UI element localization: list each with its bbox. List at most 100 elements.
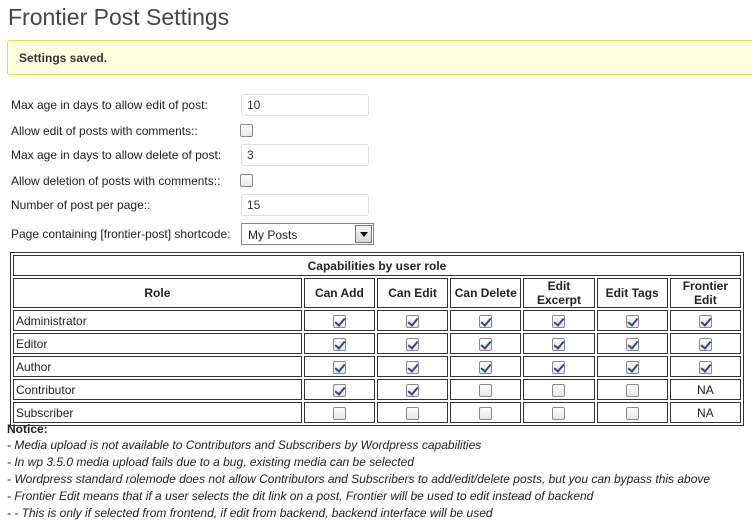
allow-delete-comments-checkbox[interactable]	[240, 174, 253, 187]
capabilities-header-row: Role Can Add Can Edit Can Delete Edit Ex…	[13, 278, 741, 308]
allow-edit-comments-label: Allow edit of posts with comments::	[11, 124, 198, 138]
cell-frontier-edit: NA	[669, 402, 741, 423]
cell-can-delete	[450, 310, 522, 331]
role-name: Editor	[13, 333, 302, 354]
max-age-delete-input[interactable]	[241, 144, 369, 166]
table-row: Author	[13, 356, 741, 377]
shortcode-page-selected: My Posts	[248, 228, 298, 242]
edit-excerpt-checkbox[interactable]	[552, 337, 566, 351]
cell-can-add	[303, 310, 375, 331]
cell-edit-excerpt	[523, 356, 595, 377]
max-age-delete-label: Max age in days to allow delete of post:	[11, 148, 222, 162]
cell-edit-tags	[596, 310, 668, 331]
can-delete-checkbox[interactable]	[479, 383, 493, 397]
can-add-checkbox[interactable]	[332, 383, 346, 397]
can-edit-checkbox[interactable]	[406, 337, 420, 351]
edit-excerpt-checkbox[interactable]	[552, 383, 566, 397]
can-delete-checkbox[interactable]	[479, 337, 493, 351]
cell-can-edit	[376, 310, 449, 331]
cell-edit-tags	[596, 356, 668, 377]
edit-tags-checkbox[interactable]	[625, 406, 639, 420]
cell-frontier-edit	[669, 333, 741, 354]
can-delete-checkbox[interactable]	[479, 314, 493, 328]
notice-line: - Frontier Edit means that if a user sel…	[7, 489, 594, 503]
cell-can-edit	[376, 379, 449, 400]
page-title: Frontier Post Settings	[8, 4, 230, 30]
cell-edit-excerpt	[523, 310, 595, 331]
can-add-checkbox[interactable]	[332, 360, 346, 374]
allow-edit-comments-row: Allow edit of posts with comments::	[11, 120, 391, 142]
column-header-edit-tags: Edit Tags	[596, 278, 668, 308]
column-header-can-delete: Can Delete	[450, 278, 522, 308]
shortcode-page-row: Page containing [frontier-post] shortcod…	[11, 223, 391, 245]
column-header-can-edit: Can Edit	[376, 278, 449, 308]
can-edit-checkbox[interactable]	[406, 406, 420, 420]
edit-tags-checkbox[interactable]	[625, 360, 639, 374]
posts-per-page-label: Number of post per page::	[11, 198, 151, 212]
cell-can-delete	[450, 333, 522, 354]
cell-can-edit	[376, 356, 449, 377]
cell-can-add	[303, 379, 375, 400]
column-header-can-add: Can Add	[303, 278, 375, 308]
frontier-edit-checkbox[interactable]	[698, 337, 712, 351]
notice-message: Settings saved.	[19, 51, 108, 65]
role-name: Contributor	[13, 379, 302, 400]
cell-can-edit	[376, 333, 449, 354]
table-row: Administrator	[13, 310, 741, 331]
notice-line: - In wp 3.5.0 media upload fails due to …	[7, 455, 414, 469]
column-header-frontier-edit: Frontier Edit	[669, 278, 741, 308]
allow-edit-comments-checkbox[interactable]	[240, 124, 253, 137]
cell-edit-excerpt	[523, 402, 595, 423]
shortcode-page-select[interactable]: My Posts	[241, 223, 374, 245]
max-age-edit-input[interactable]	[241, 94, 369, 116]
can-add-checkbox[interactable]	[332, 406, 346, 420]
cell-edit-tags	[596, 333, 668, 354]
can-edit-checkbox[interactable]	[406, 314, 420, 328]
role-name: Administrator	[13, 310, 302, 331]
column-header-role: Role	[13, 278, 302, 308]
posts-per-page-input[interactable]	[241, 194, 369, 216]
max-age-edit-row: Max age in days to allow edit of post:	[11, 94, 391, 116]
notice-line: - Media upload is not available to Contr…	[7, 438, 482, 452]
edit-excerpt-checkbox[interactable]	[552, 360, 566, 374]
max-age-edit-label: Max age in days to allow edit of post:	[11, 98, 208, 112]
cell-edit-tags	[596, 379, 668, 400]
notice-line: - Wordpress standard rolemode does not a…	[7, 472, 711, 486]
capabilities-caption: Capabilities by user role	[13, 255, 741, 276]
can-delete-checkbox[interactable]	[479, 360, 493, 374]
table-row: Editor	[13, 333, 741, 354]
can-delete-checkbox[interactable]	[479, 406, 493, 420]
cell-edit-excerpt	[523, 379, 595, 400]
can-add-checkbox[interactable]	[332, 337, 346, 351]
shortcode-page-label: Page containing [frontier-post] shortcod…	[11, 227, 231, 241]
settings-saved-notice: Settings saved.	[7, 40, 752, 75]
allow-delete-comments-row: Allow deletion of posts with comments::	[11, 170, 391, 192]
cell-can-edit	[376, 402, 449, 423]
table-row: Subscriber NA	[13, 402, 741, 423]
cell-can-delete	[450, 402, 522, 423]
chevron-down-icon[interactable]	[355, 225, 372, 243]
frontier-edit-checkbox[interactable]	[698, 360, 712, 374]
role-name: Subscriber	[13, 402, 302, 423]
cell-can-add	[303, 402, 375, 423]
edit-tags-checkbox[interactable]	[625, 383, 639, 397]
edit-tags-checkbox[interactable]	[625, 314, 639, 328]
edit-excerpt-checkbox[interactable]	[552, 314, 566, 328]
role-name: Author	[13, 356, 302, 377]
notice-block: Notice: - Media upload is not available …	[7, 422, 747, 522]
notice-line: - - This is only if selected from fronte…	[7, 506, 493, 520]
edit-excerpt-checkbox[interactable]	[552, 406, 566, 420]
cell-frontier-edit	[669, 310, 741, 331]
can-edit-checkbox[interactable]	[406, 360, 420, 374]
max-age-delete-row: Max age in days to allow delete of post:	[11, 144, 391, 166]
cell-frontier-edit	[669, 356, 741, 377]
allow-delete-comments-label: Allow deletion of posts with comments::	[11, 174, 221, 188]
column-header-edit-excerpt: Edit Excerpt	[523, 278, 595, 308]
edit-tags-checkbox[interactable]	[625, 337, 639, 351]
cell-can-add	[303, 333, 375, 354]
posts-per-page-row: Number of post per page::	[11, 194, 391, 216]
cell-can-add	[303, 356, 375, 377]
frontier-edit-checkbox[interactable]	[698, 314, 712, 328]
can-add-checkbox[interactable]	[332, 314, 346, 328]
can-edit-checkbox[interactable]	[406, 383, 420, 397]
